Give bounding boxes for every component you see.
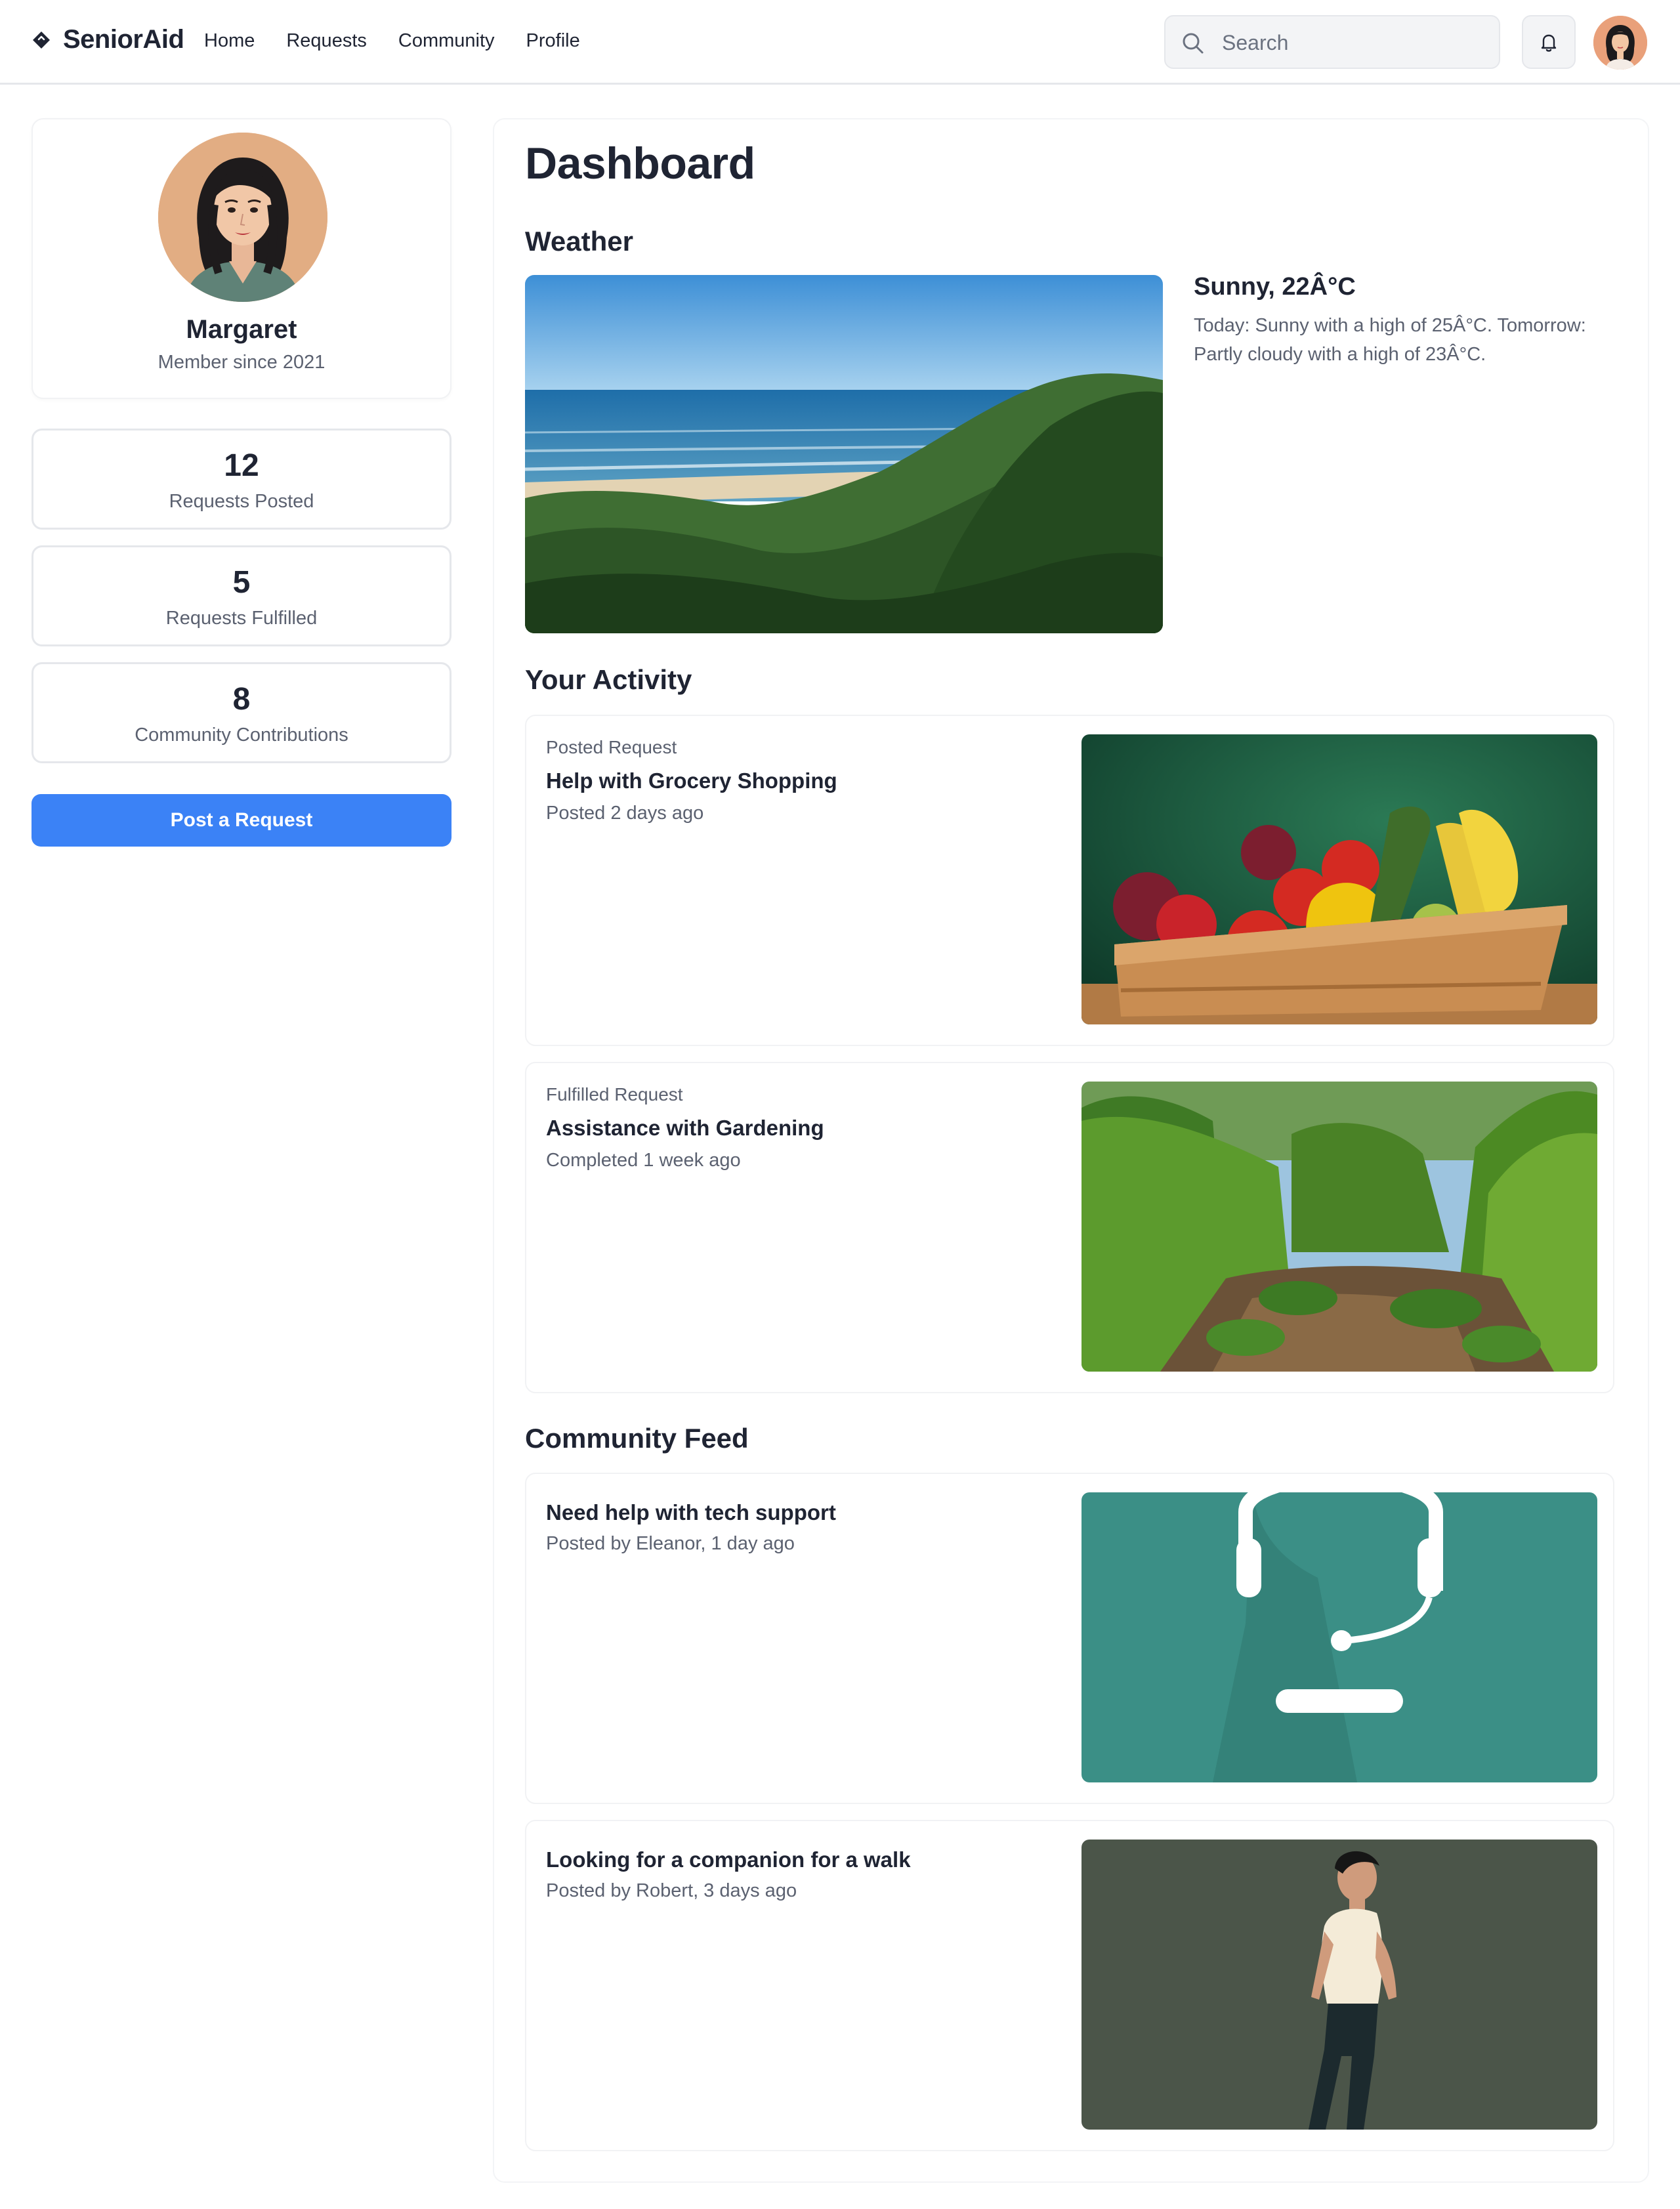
garden-image: [1082, 1082, 1597, 1372]
feed-item[interactable]: Looking for a companion for a walk Poste…: [525, 1820, 1614, 2151]
activity-meta: Posted 2 days ago: [546, 803, 704, 824]
profile-avatar: [158, 133, 327, 302]
activity-item[interactable]: Posted Request Help with Grocery Shoppin…: [525, 715, 1614, 1046]
notifications-button[interactable]: [1522, 15, 1576, 69]
page-title: Dashboard: [525, 138, 755, 188]
activity-title: Help with Grocery Shopping: [546, 768, 837, 793]
profile-name: Margaret: [186, 315, 297, 344]
bell-icon: [1541, 34, 1557, 52]
stat-value: 12: [224, 448, 259, 483]
weather-condition: Sunny, 22Â°C: [1194, 273, 1356, 301]
garden-illustration: [1082, 1082, 1597, 1372]
activity-item[interactable]: Fulfilled Request Assistance with Garden…: [525, 1062, 1614, 1393]
nav-profile[interactable]: Profile: [526, 30, 580, 52]
community-feed-heading: Community Feed: [525, 1423, 749, 1454]
stat-requests-fulfilled: 5 Requests Fulfilled: [32, 545, 452, 646]
activity-heading: Your Activity: [525, 664, 692, 695]
activity-title: Assistance with Gardening: [546, 1116, 824, 1140]
feed-item[interactable]: Need help with tech support Posted by El…: [525, 1473, 1614, 1804]
feed-title: Looking for a companion for a walk: [546, 1847, 911, 1872]
weather-description: Today: Sunny with a high of 25Â°C. Tomor…: [1194, 315, 1586, 365]
nav-home[interactable]: Home: [204, 30, 255, 52]
feed-meta: Posted by Eleanor, 1 day ago: [546, 1533, 795, 1554]
grocery-image: [1082, 734, 1597, 1024]
main-nav: Home Requests Community Profile: [204, 30, 580, 52]
activity-type: Posted Request: [546, 737, 677, 757]
woman-portrait-illustration: [158, 133, 327, 302]
stat-requests-posted: 12 Requests Posted: [32, 429, 452, 530]
search-box[interactable]: [1164, 15, 1500, 69]
stat-label: Requests Fulfilled: [165, 608, 318, 629]
stat-label: Community Contributions: [135, 725, 348, 746]
feed-meta: Posted by Robert, 3 days ago: [546, 1880, 797, 1901]
vegetable-crate-illustration: [1082, 734, 1597, 1024]
profile-card: Margaret Member since 2021: [32, 118, 452, 399]
coast-landscape-illustration: [525, 275, 1163, 633]
search-input[interactable]: [1222, 24, 1484, 61]
activity-type: Fulfilled Request: [546, 1084, 683, 1104]
user-avatar[interactable]: [1593, 16, 1647, 70]
stat-value: 8: [232, 682, 251, 717]
member-since: Member since 2021: [158, 352, 326, 373]
tech-support-image: [1082, 1492, 1597, 1782]
stat-label: Requests Posted: [169, 491, 314, 512]
avatar-illustration: [1593, 16, 1647, 70]
diamond-logo-icon: [33, 31, 50, 49]
feed-title: Need help with tech support: [546, 1500, 836, 1525]
post-request-button[interactable]: Post a Request: [32, 794, 452, 847]
weather-image: [525, 275, 1163, 633]
stat-value: 5: [232, 565, 251, 600]
activity-meta: Completed 1 week ago: [546, 1150, 741, 1171]
stat-community-contributions: 8 Community Contributions: [32, 662, 452, 763]
weather-heading: Weather: [525, 226, 633, 257]
headset-illustration: [1082, 1492, 1597, 1782]
search-icon: [1183, 33, 1204, 54]
walking-man-image: [1082, 1840, 1597, 2130]
brand-logo[interactable]: SeniorAid: [32, 25, 184, 54]
top-navigation-bar: SeniorAid Home Requests Community Profil…: [0, 0, 1680, 85]
walking-man-illustration: [1082, 1840, 1597, 2130]
nav-requests[interactable]: Requests: [286, 30, 367, 52]
app-name: SeniorAid: [63, 25, 184, 54]
nav-community[interactable]: Community: [398, 30, 495, 52]
